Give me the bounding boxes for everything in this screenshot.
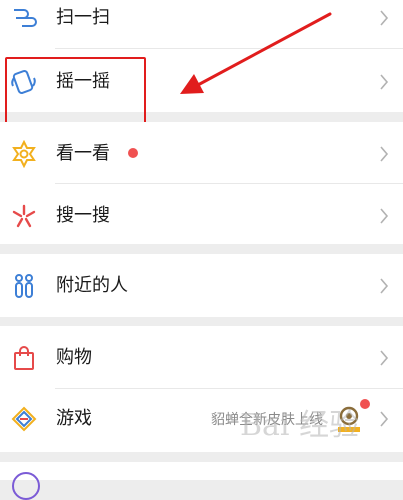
menu-item-scan[interactable]: 扫一扫 — [0, 0, 403, 50]
group-discover: 看一看 搜一搜 — [0, 122, 403, 244]
menu-item-top-stories[interactable]: 看一看 — [0, 122, 403, 186]
search-icon — [12, 204, 36, 228]
highlight-box — [5, 57, 146, 126]
chevron-right-icon — [380, 74, 389, 90]
menu-item-shopping-label: 购物 — [56, 347, 92, 368]
chevron-right-icon — [380, 411, 389, 427]
top-stories-icon — [12, 140, 36, 168]
notification-dot — [360, 399, 370, 409]
chevron-right-icon — [380, 146, 389, 162]
menu-item-scan-label: 扫一扫 — [56, 7, 110, 28]
notification-dot — [128, 148, 138, 158]
games-icon — [11, 406, 37, 432]
menu-item-people-nearby-label: 附近的人 — [56, 275, 128, 296]
chevron-right-icon — [380, 10, 389, 26]
menu-item-search[interactable]: 搜一搜 — [0, 184, 403, 248]
watermark: Bai 经验 — [240, 408, 360, 443]
menu-item-games-label: 游戏 — [56, 408, 92, 429]
menu-item-people-nearby[interactable]: 附近的人 — [0, 254, 403, 318]
menu-item-shopping[interactable]: 购物 — [0, 326, 403, 390]
group-bottom-partial — [0, 462, 403, 500]
menu-item-top-stories-label: 看一看 — [56, 143, 110, 164]
people-nearby-icon — [15, 274, 33, 298]
chevron-right-icon — [380, 278, 389, 294]
scan-icon — [14, 9, 37, 27]
partial-icon — [12, 472, 40, 500]
chevron-right-icon — [380, 208, 389, 224]
shopping-bag-icon — [14, 346, 34, 370]
divider — [55, 48, 403, 49]
chevron-right-icon — [380, 350, 389, 366]
menu-item-search-label: 搜一搜 — [56, 205, 110, 226]
group-nearby: 附近的人 — [0, 254, 403, 317]
